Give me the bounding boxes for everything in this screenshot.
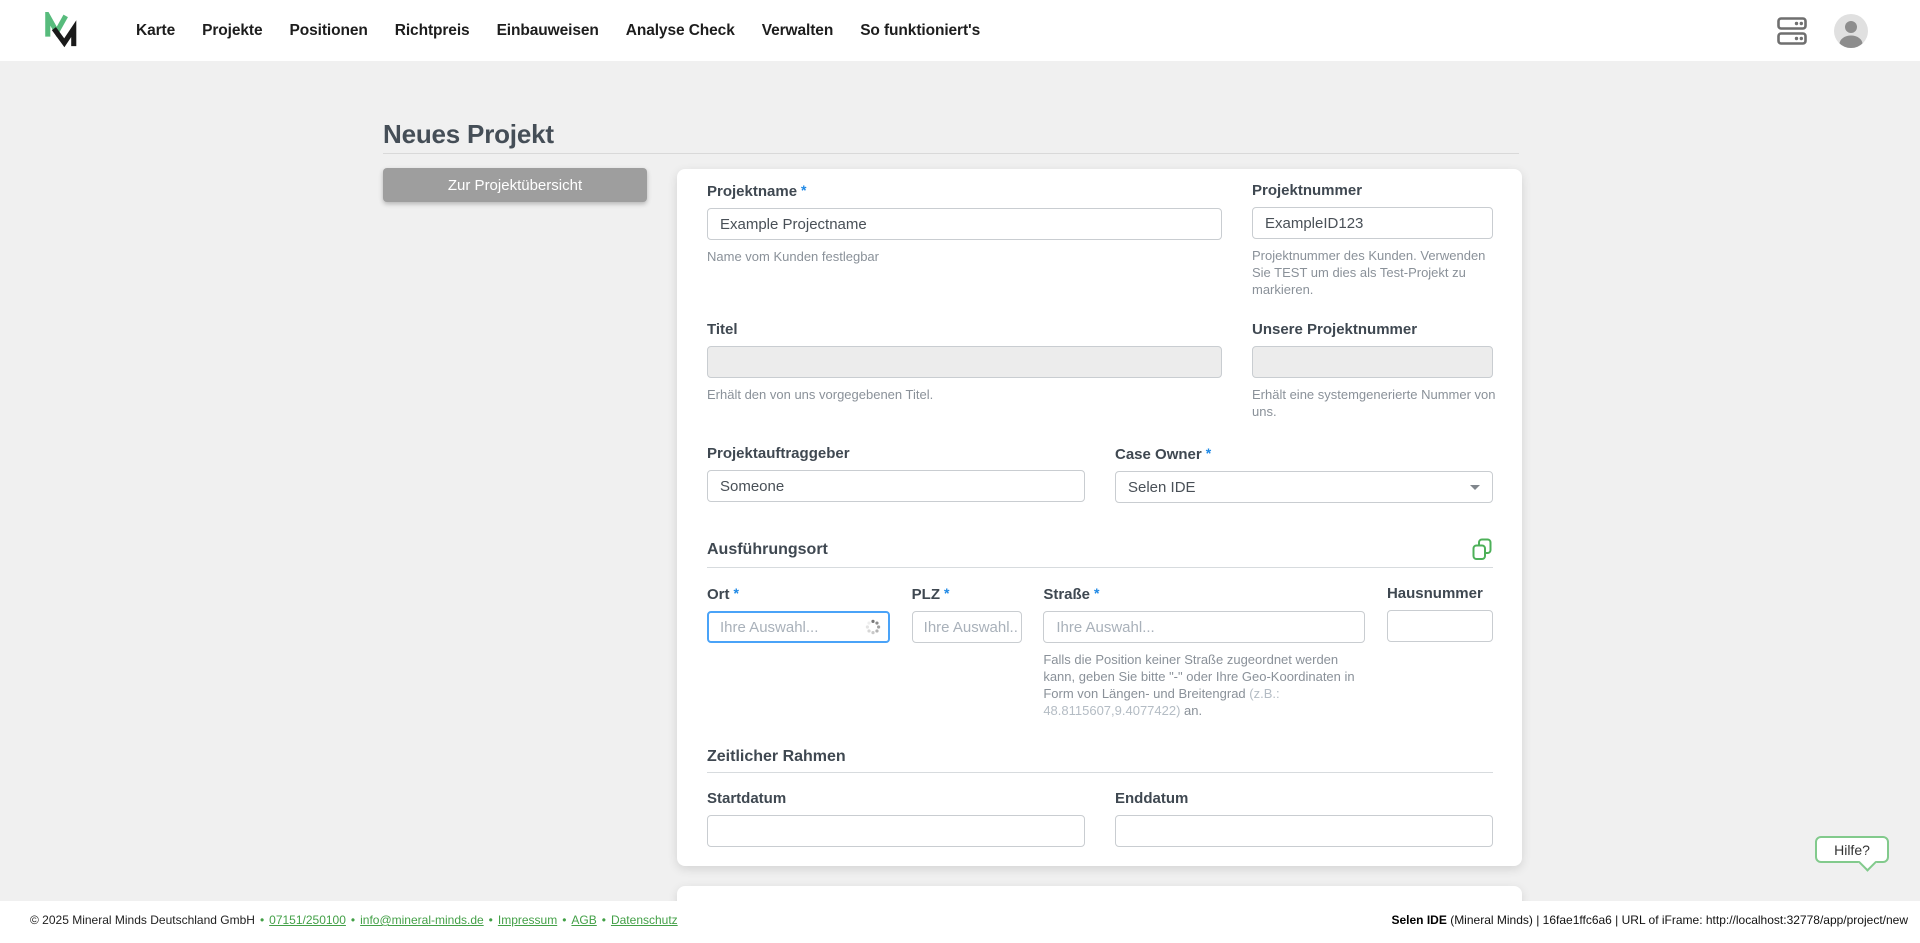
footer-info: © 2025 Mineral Minds Deutschland GmbH • … [30,913,678,927]
footer-link-impressum[interactable]: Impressum [498,913,557,927]
hausnummer-label: Hausnummer [1387,585,1483,602]
field-startdatum: Startdatum [707,791,1085,847]
chevron-down-icon [1470,485,1480,490]
field-hausnummer: Hausnummer [1387,586,1493,719]
user-avatar[interactable] [1834,14,1868,48]
case-owner-select[interactable]: Selen IDE [1115,471,1493,503]
loading-spinner-icon [865,619,881,635]
project-form-card: Projektname* Name vom Kunden festlegbar … [677,169,1522,866]
field-case-owner: Case Owner* Selen IDE [1115,446,1493,503]
copy-icon[interactable] [1471,538,1493,561]
field-ort: Ort* [707,586,890,719]
unsere-projektnummer-label: Unsere Projektnummer [1252,321,1417,338]
required-marker: * [1094,585,1099,601]
field-projektname: Projektname* Name vom Kunden festlegbar [707,183,1222,298]
enddatum-input[interactable] [1115,815,1493,847]
hausnummer-input[interactable] [1387,610,1493,642]
next-card-partial [677,886,1522,901]
required-marker: * [944,585,949,601]
section-zeitlicher-rahmen: Zeitlicher Rahmen [707,747,1493,766]
footer-link-agb[interactable]: AGB [571,913,596,927]
section-ausfuehrungsort: Ausführungsort [707,538,1493,561]
field-projektnummer: Projektnummer Projektnummer des Kunden. … [1252,183,1493,298]
case-owner-label: Case Owner [1115,446,1202,463]
strasse-input[interactable] [1043,611,1365,643]
footer: © 2025 Mineral Minds Deutschland GmbH • … [0,901,1920,943]
section-divider [707,772,1493,773]
field-strasse: Straße* Falls die Position keiner Straße… [1043,586,1365,719]
nav-item-karte[interactable]: Karte [136,22,175,40]
session-user: Selen IDE [1392,913,1447,927]
mineral-minds-logo[interactable] [44,12,78,50]
projektauftraggeber-input[interactable] [707,470,1085,502]
projektname-input[interactable] [707,208,1222,240]
footer-link-phone[interactable]: 07151/250100 [269,913,346,927]
titel-help: Erhält den von uns vorgegebenen Titel. [707,386,1222,403]
enddatum-label: Enddatum [1115,790,1188,807]
required-marker: * [734,585,739,601]
field-enddatum: Enddatum [1115,791,1493,847]
required-marker: * [801,182,806,198]
back-to-projects-button[interactable]: Zur Projektübersicht [383,168,647,202]
server-icon[interactable] [1777,17,1807,45]
titel-label: Titel [707,321,738,338]
strasse-label: Straße [1043,586,1090,603]
section-divider [707,567,1493,568]
title-divider [383,153,1519,154]
projektauftraggeber-label: Projektauftraggeber [707,445,850,462]
nav-item-richtpreis[interactable]: Richtpreis [395,22,470,40]
help-button[interactable]: Hilfe? [1815,836,1889,863]
field-titel: Titel Erhält den von uns vorgegebenen Ti… [707,322,1222,420]
nav-item-projekte[interactable]: Projekte [202,22,262,40]
field-unsere-projektnummer: Unsere Projektnummer Erhält eine systemg… [1252,322,1493,420]
startdatum-input[interactable] [707,815,1085,847]
session-info: Selen IDE (Mineral Minds) | 16fae1ffc6a6… [1392,913,1909,927]
strasse-help: Falls die Position keiner Straße zugeord… [1043,651,1373,719]
section-title-zeitlicher-rahmen: Zeitlicher Rahmen [707,747,846,766]
footer-link-datenschutz[interactable]: Datenschutz [611,913,678,927]
section-title-ausfuehrungsort: Ausführungsort [707,540,828,559]
projektnummer-help: Projektnummer des Kunden. Verwenden Sie … [1252,247,1504,298]
nav-item-verwalten[interactable]: Verwalten [762,22,833,40]
projektnummer-input[interactable] [1252,207,1493,239]
field-projektauftraggeber: Projektauftraggeber [707,446,1085,503]
projektname-label: Projektname [707,183,797,200]
nav-item-einbauweisen[interactable]: Einbauweisen [497,22,599,40]
nav-item-positionen[interactable]: Positionen [290,22,368,40]
ort-label: Ort [707,586,730,603]
unsere-projektnummer-input [1252,346,1493,378]
person-icon [1834,14,1868,48]
copyright-text: © 2025 Mineral Minds Deutschland GmbH [30,913,255,927]
footer-link-email[interactable]: info@mineral-minds.de [360,913,484,927]
session-details: (Mineral Minds) | 16fae1ffc6a6 | URL of … [1447,913,1908,927]
unsere-projektnummer-help: Erhält eine systemgenerierte Nummer von … [1252,386,1504,420]
titel-input [707,346,1222,378]
field-plz: PLZ* [912,586,1022,719]
nav-item-so-funktionierts[interactable]: So funktioniert's [860,22,980,40]
ort-input[interactable] [707,611,890,643]
nav-menu: Karte Projekte Positionen Richtpreis Ein… [136,22,980,40]
plz-input[interactable] [912,611,1022,643]
projektname-help: Name vom Kunden festlegbar [707,248,1222,265]
page-title: Neues Projekt [383,119,554,150]
main-content: Neues Projekt Zur Projektübersicht Proje… [0,61,1920,901]
nav-item-analyse-check[interactable]: Analyse Check [626,22,735,40]
plz-label: PLZ [912,586,940,603]
startdatum-label: Startdatum [707,790,786,807]
projektnummer-label: Projektnummer [1252,182,1362,199]
required-marker: * [1206,445,1211,461]
case-owner-value: Selen IDE [1128,479,1196,496]
top-navbar: Karte Projekte Positionen Richtpreis Ein… [0,0,1920,61]
